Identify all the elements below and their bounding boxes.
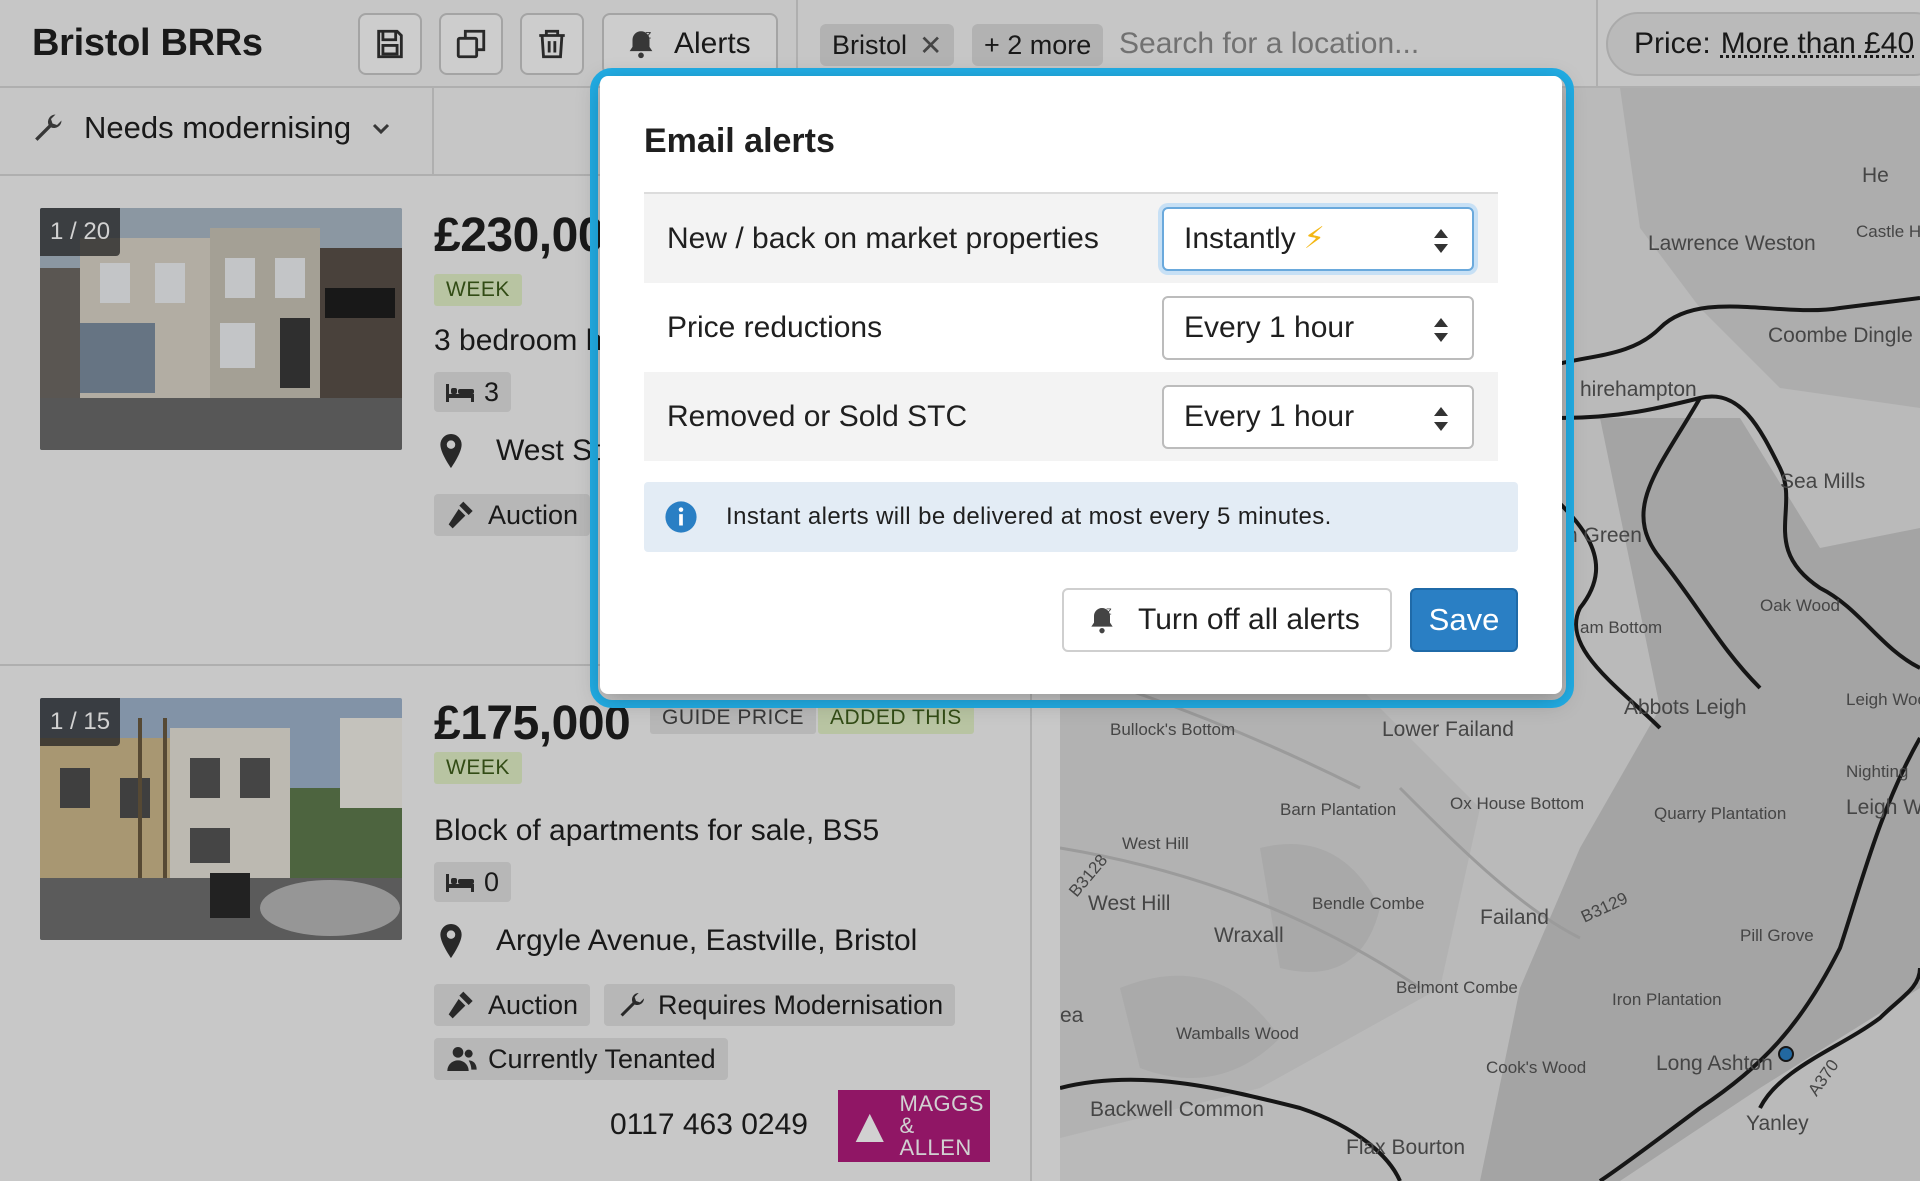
bell-snooze-icon: z xyxy=(1091,605,1113,634)
sort-arrows-icon xyxy=(1434,228,1448,253)
alert-row-label: New / back on market properties xyxy=(667,221,1099,255)
price-reductions-frequency-select[interactable]: Every 1 hour xyxy=(1162,295,1474,360)
alert-row-label: Price reductions xyxy=(667,310,883,344)
select-value: Every 1 hour xyxy=(1184,399,1355,433)
alert-row-price-reductions: Price reductions Every 1 hour xyxy=(644,283,1498,372)
sort-arrows-icon xyxy=(1434,317,1448,342)
turn-off-alerts-label: Turn off all alerts xyxy=(1138,603,1360,636)
alert-row-label: Removed or Sold STC xyxy=(667,399,968,433)
info-callout: Instant alerts will be delivered at most… xyxy=(644,482,1518,552)
dialog-title: Email alerts xyxy=(644,122,835,160)
select-value: Every 1 hour xyxy=(1184,310,1355,344)
sort-arrows-icon xyxy=(1434,406,1448,431)
turn-off-alerts-button[interactable]: z Turn off all alerts xyxy=(1062,588,1392,652)
lightning-icon: ⚡ xyxy=(1303,222,1325,255)
save-button[interactable]: Save xyxy=(1410,588,1518,652)
alert-row-new-properties: New / back on market properties Instantl… xyxy=(644,194,1498,283)
info-icon xyxy=(665,501,697,533)
new-properties-frequency-select[interactable]: Instantly ⚡ xyxy=(1162,206,1474,271)
select-value: Instantly xyxy=(1184,221,1296,255)
email-alerts-dialog: Email alerts New / back on market proper… xyxy=(600,76,1562,694)
alert-settings-table: New / back on market properties Instantl… xyxy=(644,192,1498,461)
svg-text:z: z xyxy=(1106,605,1112,618)
alert-row-removed-sold: Removed or Sold STC Every 1 hour xyxy=(644,372,1498,461)
info-text: Instant alerts will be delivered at most… xyxy=(726,503,1332,530)
removed-sold-frequency-select[interactable]: Every 1 hour xyxy=(1162,384,1474,449)
